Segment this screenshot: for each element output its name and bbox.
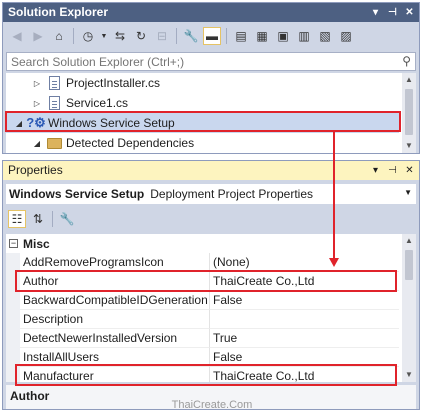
back-icon[interactable]: ◀	[8, 27, 26, 45]
categorized-icon[interactable]: ☷	[8, 210, 26, 228]
expand-arrow-icon[interactable]: ▷	[32, 99, 42, 108]
tree-item-project-installer[interactable]: ▷ ProjectInstaller.cs	[6, 73, 399, 93]
collapse-all-icon[interactable]: ⊟	[153, 27, 171, 45]
tree-item-windows-service-setup[interactable]: ◢ ?⚙ Windows Service Setup	[6, 113, 399, 133]
property-value[interactable]: False	[210, 348, 399, 367]
property-row-manufacturer[interactable]: Manufacturer ThaiCreate Co.,Ltd	[6, 367, 399, 382]
home-icon[interactable]: ⌂	[50, 27, 68, 45]
title-controls: ▾ ⊣ ✕	[370, 161, 415, 180]
property-value[interactable]: ThaiCreate Co.,Ltd	[210, 272, 399, 291]
folder-icon	[46, 135, 62, 151]
scroll-down-icon[interactable]: ▼	[402, 368, 416, 382]
chevron-down-icon[interactable]: ▾	[370, 165, 381, 176]
arrow-down-icon	[329, 258, 339, 267]
object-type: Deployment Project Properties	[150, 187, 314, 201]
scroll-up-icon[interactable]: ▲	[402, 234, 416, 248]
toolbar-separator	[226, 28, 227, 44]
toolbar-separator	[176, 28, 177, 44]
tree-item-label: Windows Service Setup	[48, 116, 175, 130]
properties-titlebar: Properties ▾ ⊣ ✕	[3, 161, 419, 180]
property-name: Manufacturer	[20, 367, 210, 382]
property-row-author[interactable]: Author ThaiCreate Co.,Ltd	[6, 272, 399, 291]
property-name: Description	[20, 310, 210, 329]
preview-selected-icon[interactable]: ▬	[203, 27, 221, 45]
property-value[interactable]: True	[210, 329, 399, 348]
property-name: InstallAllUsers	[20, 348, 210, 367]
properties-wrench-icon[interactable]: 🔧	[182, 27, 200, 45]
tree-item-label: ProjectInstaller.cs	[66, 76, 161, 90]
close-icon[interactable]: ✕	[404, 165, 415, 176]
file-types-editor-icon[interactable]: ▣	[274, 27, 292, 45]
pin-icon[interactable]: ⊣	[387, 7, 398, 18]
expand-arrow-icon[interactable]: ▷	[32, 79, 42, 88]
collapse-arrow-icon[interactable]: ◢	[14, 119, 24, 128]
title-controls: ▾ ⊣ ✕	[370, 3, 415, 22]
category-misc[interactable]: − Misc	[6, 234, 399, 253]
property-row[interactable]: AddRemoveProgramsIcon (None)	[6, 253, 399, 272]
tree-scrollbar[interactable]: ▲ ▼	[402, 73, 416, 153]
property-value[interactable]: ThaiCreate Co.,Ltd	[210, 367, 399, 382]
search-icon[interactable]: ⚲	[402, 54, 411, 68]
close-icon[interactable]: ✕	[404, 7, 415, 18]
watermark: ThaiCreate.Com	[171, 399, 253, 411]
category-label: Misc	[23, 236, 50, 251]
property-value[interactable]	[210, 310, 399, 329]
properties-title: Properties	[8, 163, 63, 177]
launch-conditions-editor-icon[interactable]: ▨	[337, 27, 355, 45]
chevron-down-icon[interactable]: ▾	[370, 7, 381, 18]
pin-icon[interactable]: ⊣	[387, 165, 398, 176]
properties-panel: Properties ▾ ⊣ ✕ Windows Service Setup D…	[2, 160, 420, 410]
property-pages-wrench-icon[interactable]: 🔧	[58, 210, 76, 228]
properties-toolbar: ☷ ⇅ 🔧	[3, 207, 419, 231]
toolbar-separator	[52, 211, 53, 227]
cs-file-icon	[46, 75, 62, 91]
search-input[interactable]	[7, 53, 377, 70]
pending-changes-filter-icon[interactable]: ◷	[79, 27, 97, 45]
alphabetical-icon[interactable]: ⇅	[29, 210, 47, 228]
solution-explorer-titlebar: Solution Explorer ▾ ⊣ ✕	[3, 3, 419, 22]
tree-item-label: Detected Dependencies	[66, 136, 195, 150]
tree-item-service1[interactable]: ▷ Service1.cs	[6, 93, 399, 113]
object-selector[interactable]: Windows Service Setup Deployment Project…	[6, 184, 416, 204]
property-grid: − Misc AddRemoveProgramsIcon (None) Auth…	[6, 234, 416, 382]
scroll-thumb[interactable]	[405, 250, 413, 280]
solution-tree: ▷ ProjectInstaller.cs ▷ Service1.cs ◢ ?⚙…	[6, 73, 416, 153]
sync-with-document-icon[interactable]: ⇆	[111, 27, 129, 45]
property-row[interactable]: DetectNewerInstalledVersion True	[6, 329, 399, 348]
toolbar-separator	[73, 28, 74, 44]
solution-explorer-panel: Solution Explorer ▾ ⊣ ✕ ◀ ▶ ⌂ ◷ ▼ ⇆ ↻ ⊟ …	[2, 2, 420, 154]
property-name: Author	[20, 272, 210, 291]
property-value[interactable]: (None)	[210, 253, 399, 272]
property-grid-scrollbar[interactable]: ▲ ▼	[402, 234, 416, 382]
chevron-down-icon[interactable]: ▼	[100, 27, 108, 45]
property-name: DetectNewerInstalledVersion	[20, 329, 210, 348]
file-system-editor-icon[interactable]: ▤	[232, 27, 250, 45]
property-value[interactable]: False	[210, 291, 399, 310]
scroll-up-icon[interactable]: ▲	[402, 73, 416, 87]
solution-explorer-search[interactable]: ⚲	[6, 52, 416, 71]
collapse-icon[interactable]: −	[9, 239, 18, 248]
property-row[interactable]: BackwardCompatibleIDGeneration False	[6, 291, 399, 310]
cs-file-icon	[46, 95, 62, 111]
forward-icon[interactable]: ▶	[29, 27, 47, 45]
scroll-down-icon[interactable]: ▼	[402, 139, 416, 153]
user-interface-editor-icon[interactable]: ▥	[295, 27, 313, 45]
tree-item-label: Service1.cs	[66, 96, 129, 110]
chevron-down-icon[interactable]: ▼	[404, 188, 412, 197]
registry-editor-icon[interactable]: ▦	[253, 27, 271, 45]
refresh-icon[interactable]: ↻	[132, 27, 150, 45]
setup-project-icon: ?⚙	[26, 115, 46, 130]
property-row[interactable]: InstallAllUsers False	[6, 348, 399, 367]
annotation-arrow-line	[333, 132, 335, 260]
scroll-thumb[interactable]	[405, 89, 413, 135]
property-row[interactable]: Description	[6, 310, 399, 329]
tree-item-detected-dependencies[interactable]: ◢ Detected Dependencies	[6, 133, 399, 153]
property-name: AddRemoveProgramsIcon	[20, 253, 210, 272]
collapse-arrow-icon[interactable]: ◢	[32, 139, 42, 148]
solution-explorer-title: Solution Explorer	[8, 5, 109, 19]
object-name: Windows Service Setup	[9, 187, 145, 201]
property-name: BackwardCompatibleIDGeneration	[20, 291, 210, 310]
custom-actions-editor-icon[interactable]: ▧	[316, 27, 334, 45]
solution-explorer-toolbar: ◀ ▶ ⌂ ◷ ▼ ⇆ ↻ ⊟ 🔧 ▬ ▤ ▦ ▣ ▥ ▧ ▨	[3, 23, 419, 49]
